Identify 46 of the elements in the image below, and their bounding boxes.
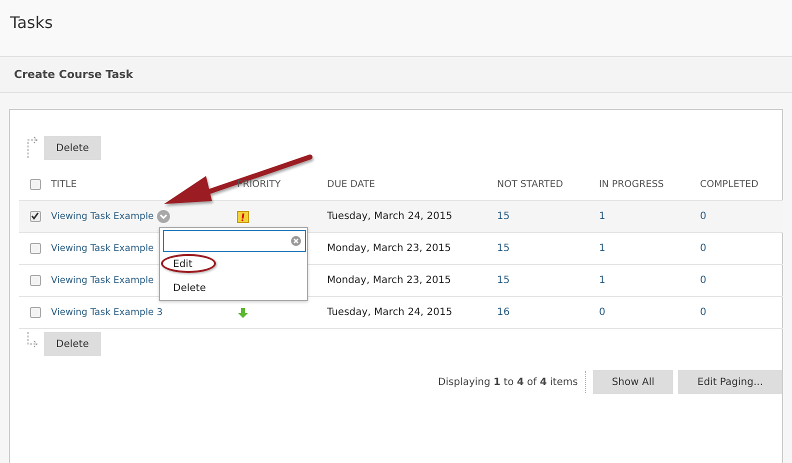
task-title-link[interactable]: Viewing Task Example xyxy=(51,275,154,286)
page-title: Tasks xyxy=(10,12,53,32)
row-checkbox[interactable] xyxy=(30,307,40,318)
task-title-link[interactable]: Viewing Task Example xyxy=(51,211,154,222)
count-link[interactable]: 0 xyxy=(700,307,706,318)
row-checkbox[interactable] xyxy=(30,275,40,286)
due-date: Tuesday, March 24, 2015 xyxy=(327,307,452,318)
column-header[interactable]: COMPLETED xyxy=(700,178,758,190)
row-checkbox[interactable] xyxy=(30,211,40,222)
due-date: Tuesday, March 24, 2015 xyxy=(327,211,452,222)
count-link[interactable]: 15 xyxy=(497,211,510,222)
due-date: Monday, March 23, 2015 xyxy=(327,275,452,286)
count-link[interactable]: 0 xyxy=(700,243,706,254)
row-checkbox[interactable] xyxy=(30,243,40,254)
paging-button[interactable]: Edit Paging... xyxy=(678,370,782,394)
count-link[interactable]: 1 xyxy=(599,275,606,286)
count-link[interactable]: 1 xyxy=(599,211,606,222)
delete-button[interactable]: Delete xyxy=(44,136,101,160)
count-link[interactable]: 0 xyxy=(700,275,706,286)
delete-button[interactable]: Delete xyxy=(44,332,101,356)
menu-item[interactable]: Delete xyxy=(173,282,206,294)
column-header[interactable]: TITLE xyxy=(51,178,77,190)
column-header[interactable]: PRIORITY xyxy=(237,178,281,190)
bracket-arrow-icon xyxy=(25,332,39,348)
count-link[interactable]: 0 xyxy=(599,307,606,318)
select-all-checkbox[interactable] xyxy=(30,178,40,190)
column-header[interactable]: DUE DATE xyxy=(327,178,376,190)
clear-icon xyxy=(291,236,301,246)
paging-summary: Displaying 1 to 4 of 4 items xyxy=(438,376,578,388)
count-link[interactable]: 0 xyxy=(700,211,706,222)
count-link[interactable]: 15 xyxy=(497,275,510,286)
search-field[interactable] xyxy=(163,230,306,252)
chevron-down-icon[interactable] xyxy=(156,210,170,223)
count-link[interactable]: 15 xyxy=(497,243,510,254)
due-date: Monday, March 23, 2015 xyxy=(327,243,452,254)
count-link[interactable]: 16 xyxy=(497,307,510,318)
checkmark-icon xyxy=(30,211,40,221)
bracket-arrow-icon xyxy=(25,136,39,160)
paging-button[interactable]: Show All xyxy=(592,370,674,394)
column-header[interactable]: NOT STARTED xyxy=(497,178,564,190)
task-title-link[interactable]: Viewing Task Example xyxy=(51,243,154,254)
menu-item[interactable]: Edit xyxy=(173,258,192,270)
count-link[interactable]: 1 xyxy=(599,243,606,254)
column-header[interactable]: IN PROGRESS xyxy=(599,178,664,190)
task-title-link[interactable]: Viewing Task Example 3 xyxy=(51,307,163,318)
create-task-link[interactable]: Create Course Task xyxy=(14,68,134,81)
